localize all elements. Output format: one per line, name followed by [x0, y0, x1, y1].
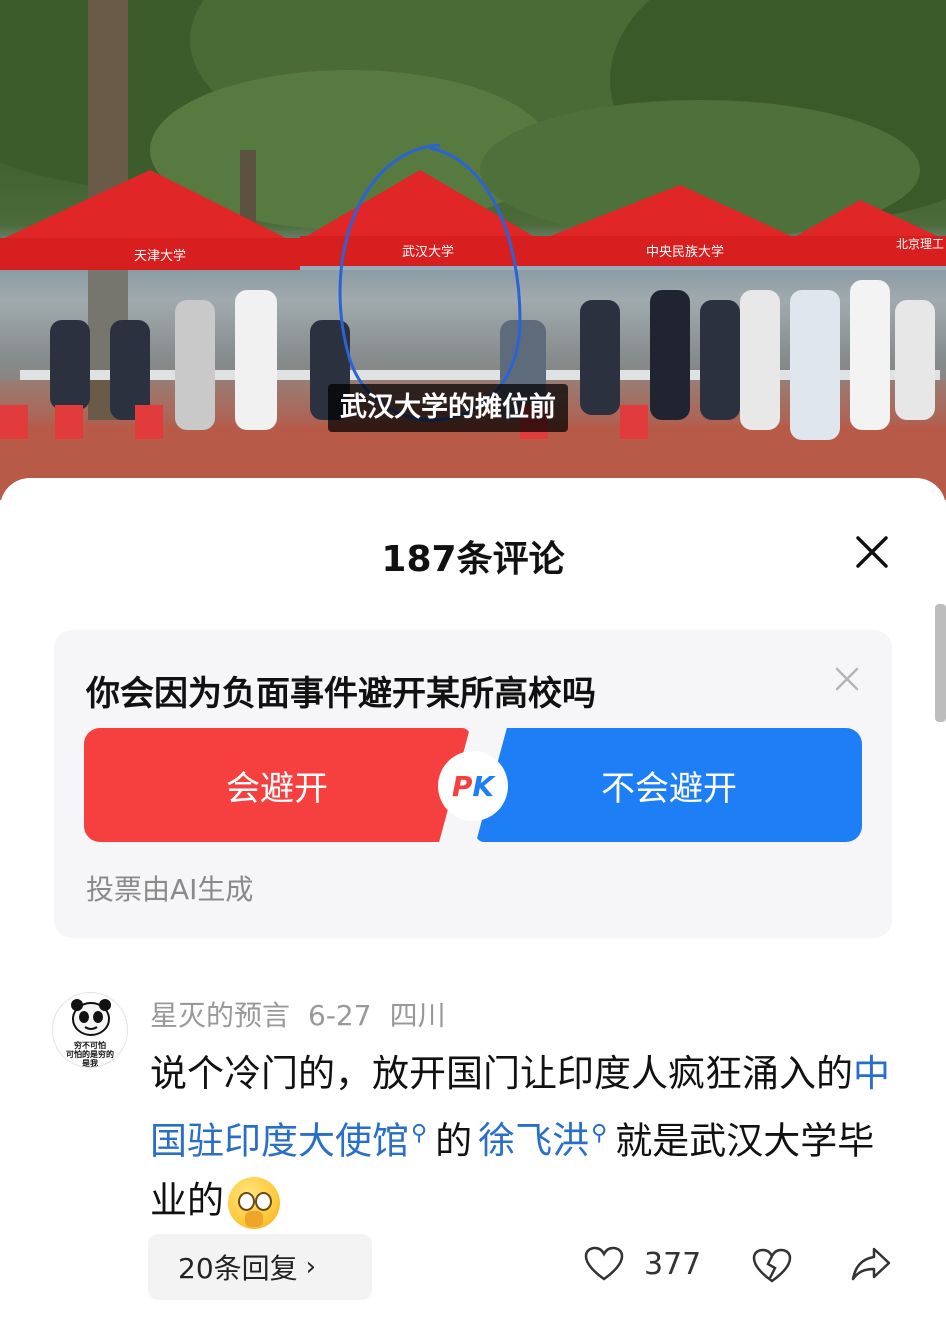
comment-text-part-1: 说个冷门的，放开国门让印度人疯狂涌入的: [150, 1052, 853, 1095]
shush-emoji-icon: [228, 1176, 280, 1229]
like-count: 377: [644, 1246, 702, 1282]
video-caption: 武汉大学的摊位前: [328, 384, 568, 432]
pk-badge-p: P: [451, 769, 473, 803]
pk-badge: PK: [438, 751, 508, 821]
comment-text-part-2: 的: [435, 1119, 473, 1163]
comment-location: 四川: [389, 999, 446, 1032]
poll-question: 你会因为负面事件避开某所高校吗: [86, 674, 596, 714]
booth-sign-bit: 北京理工: [896, 237, 944, 251]
heart-icon: [584, 1246, 624, 1281]
view-replies-button[interactable]: 20条回复 ›: [148, 1234, 372, 1300]
pk-badge-k: K: [472, 769, 495, 803]
avatar-caption: 穷不可怕 可怕的是穷的 是我: [66, 1041, 114, 1068]
avatar[interactable]: 穷不可怕 可怕的是穷的 是我: [52, 992, 128, 1068]
booth-sign-tianjin: 天津大学: [134, 248, 186, 264]
comments-sheet: 187条评论 你会因为负面事件避开某所高校吗 会避开 不会避开 PK 投票由AI…: [0, 478, 946, 1322]
comment-date: 6-27: [308, 999, 372, 1032]
close-icon[interactable]: [850, 530, 894, 574]
comment-meta: 星灭的预言 6-27 四川: [150, 994, 464, 1034]
booth-sign-minzu: 中央民族大学: [646, 244, 724, 260]
search-icon[interactable]: ⚲: [591, 1121, 607, 1146]
poll-option-not-avoid-button[interactable]: 不会避开: [476, 728, 862, 842]
comment-text: 说个冷门的，放开国门让印度人疯狂涌入的中国驻印度大使馆⚲ 的徐飞洪⚲ 就是武汉大学毕…: [150, 1044, 910, 1231]
video-frame[interactable]: 天津大学 武汉大学 中央民族大学 北京理工 武汉大学的摊位前: [0, 0, 946, 500]
dislike-button[interactable]: [752, 1248, 792, 1288]
replies-label: 20条回复: [178, 1252, 298, 1285]
booth-sign-wuhan: 武汉大学: [402, 244, 454, 260]
broken-heart-icon: [752, 1248, 792, 1283]
poll-close-icon[interactable]: [830, 662, 864, 696]
chevron-right-icon: ›: [305, 1252, 317, 1282]
like-button[interactable]: 377: [584, 1246, 701, 1282]
poll-card: 你会因为负面事件避开某所高校吗 会避开 不会避开 PK 投票由AI生成: [54, 630, 892, 938]
search-link-person[interactable]: 徐飞洪: [478, 1119, 589, 1162]
share-button[interactable]: [850, 1246, 892, 1286]
share-arrow-icon: [851, 1247, 891, 1281]
comments-count-title: 187条评论: [381, 539, 565, 580]
scrollbar-thumb[interactable]: [935, 604, 946, 722]
comment-username[interactable]: 星灭的预言: [150, 999, 290, 1032]
poll-ai-note: 投票由AI生成: [86, 873, 254, 906]
search-icon[interactable]: ⚲: [411, 1121, 427, 1146]
poll-option-avoid-button[interactable]: 会避开: [84, 728, 470, 842]
